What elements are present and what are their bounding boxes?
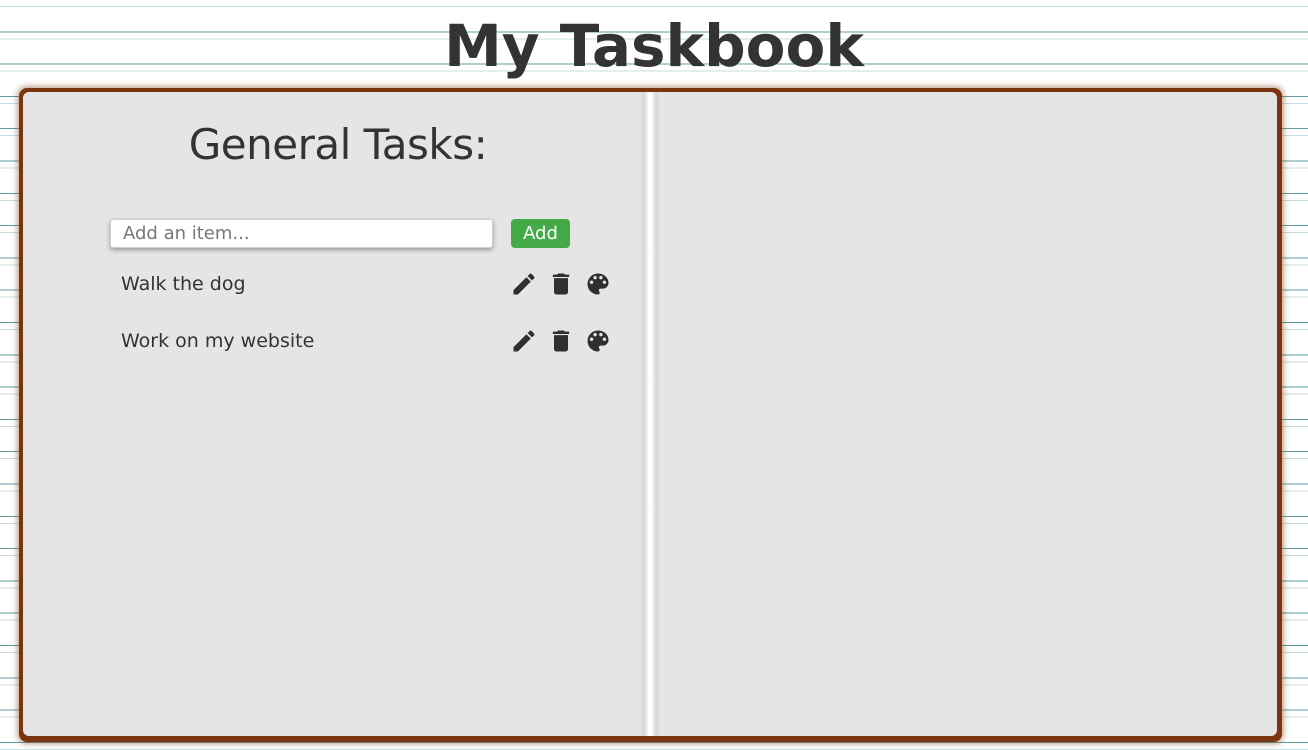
page-title: My Taskbook [444, 12, 864, 80]
task-label: Work on my website [121, 330, 315, 352]
book-spine [640, 92, 660, 736]
add-item-input[interactable] [110, 219, 493, 248]
pencil-icon[interactable] [510, 327, 538, 355]
section-title: General Tasks: [188, 120, 488, 169]
palette-icon[interactable] [584, 270, 612, 298]
taskbook: General Tasks: Add Walk the dog Work on … [19, 88, 1282, 742]
pencil-icon[interactable] [510, 270, 538, 298]
add-button[interactable]: Add [511, 219, 570, 248]
right-page [660, 92, 1277, 736]
task-label: Walk the dog [121, 273, 246, 295]
left-page: General Tasks: Add Walk the dog Work on … [23, 92, 640, 736]
trash-icon[interactable] [547, 270, 575, 298]
palette-icon[interactable] [584, 327, 612, 355]
task-item: Work on my website [121, 327, 621, 357]
task-item: Walk the dog [121, 270, 621, 300]
trash-icon[interactable] [547, 327, 575, 355]
